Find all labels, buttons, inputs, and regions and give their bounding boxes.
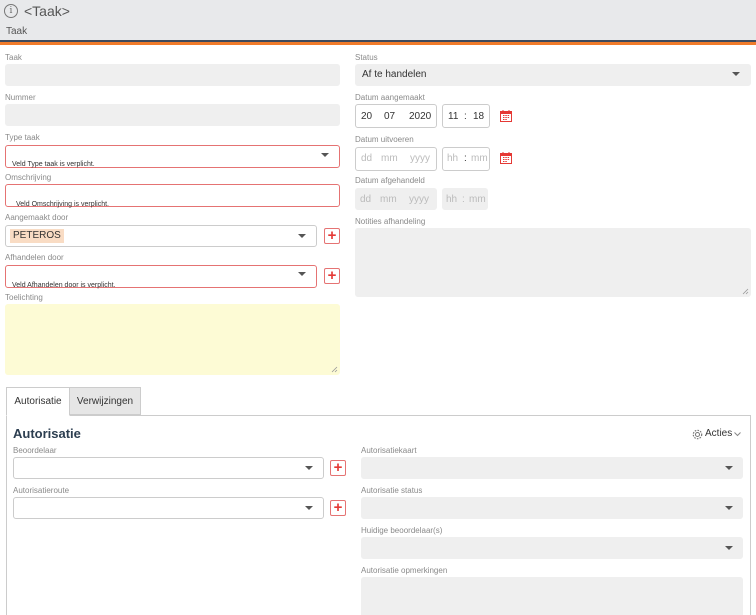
chevron-down-icon[interactable] xyxy=(298,272,306,276)
huidige-beoordelaars-select xyxy=(361,537,743,559)
time-separator: : xyxy=(464,111,467,122)
time-separator: : xyxy=(464,153,467,164)
autorisatie-status-select xyxy=(361,497,743,519)
time-separator: : xyxy=(462,194,465,205)
date-year-placeholder: yyyy xyxy=(409,194,429,205)
info-icon[interactable]: i xyxy=(4,4,18,18)
plus-icon[interactable]: + xyxy=(330,460,346,476)
status-label: Status xyxy=(355,53,378,62)
datum-aangemaakt-label: Datum aangemaakt xyxy=(355,93,425,102)
toelichting-textarea[interactable] xyxy=(5,304,340,375)
page-title: <Taak> xyxy=(24,3,70,19)
plus-icon[interactable]: + xyxy=(324,268,340,284)
plus-icon[interactable]: + xyxy=(324,228,340,244)
gear-icon[interactable] xyxy=(692,429,703,440)
type-taak-error: Veld Type taak is verplicht. xyxy=(12,161,95,168)
plus-icon[interactable]: + xyxy=(330,500,346,516)
date-month-placeholder: mm xyxy=(380,194,397,205)
chevron-down-icon[interactable] xyxy=(305,466,313,470)
beoordelaar-label: Beoordelaar xyxy=(13,446,57,455)
status-value: Af te handelen xyxy=(362,69,427,80)
header-accent-bar xyxy=(0,42,756,45)
datum-uitvoeren-label: Datum uitvoeren xyxy=(355,135,414,144)
beoordelaar-select[interactable] xyxy=(13,457,324,479)
afhandelen-door-label: Afhandelen door xyxy=(5,253,64,262)
datum-afgehandeld-label: Datum afgehandeld xyxy=(355,176,425,185)
tab-verwijzingen[interactable]: Verwijzingen xyxy=(69,387,141,415)
omschrijving-label: Omschrijving xyxy=(5,173,52,182)
nummer-label: Nummer xyxy=(5,93,36,102)
notities-label: Notities afhandeling xyxy=(355,217,426,226)
toelichting-label: Toelichting xyxy=(5,293,43,302)
date-month-placeholder: mm xyxy=(381,153,398,164)
autorisatie-opmerkingen-textarea xyxy=(361,577,743,615)
aangemaakt-door-tag: PETEROS xyxy=(10,229,64,243)
calendar-icon[interactable] xyxy=(500,152,512,164)
section-title: Autorisatie xyxy=(13,426,81,441)
chevron-down-icon xyxy=(725,506,733,510)
chevron-down-icon[interactable] xyxy=(305,506,313,510)
calendar-icon[interactable] xyxy=(500,110,512,122)
autorisatiekaart-label: Autorisatiekaart xyxy=(361,446,417,455)
resize-handle-icon[interactable] xyxy=(742,288,749,295)
aangemaakt-door-label: Aangemaakt door xyxy=(5,213,69,222)
autorisatiekaart-select xyxy=(361,457,743,479)
autorisatieroute-label: Autorisatieroute xyxy=(13,486,70,495)
time-minute-placeholder: mm xyxy=(471,153,488,164)
autorisatie-opmerkingen-label: Autorisatie opmerkingen xyxy=(361,566,448,575)
date-month: 07 xyxy=(384,111,396,122)
date-year: 2020 xyxy=(409,111,432,122)
time-minute: 18 xyxy=(473,111,485,122)
notities-textarea[interactable] xyxy=(355,228,751,297)
date-day: 20 xyxy=(361,111,373,122)
chevron-down-icon[interactable] xyxy=(734,432,741,437)
date-day-placeholder: dd xyxy=(360,194,372,205)
tab-autorisatie[interactable]: Autorisatie xyxy=(6,387,70,416)
chevron-down-icon[interactable] xyxy=(732,72,740,76)
chevron-down-icon xyxy=(725,546,733,550)
resize-handle-icon[interactable] xyxy=(331,366,338,373)
page-header xyxy=(0,0,756,40)
omschrijving-error: Veld Omschrijving is verplicht. xyxy=(16,201,109,208)
date-day-placeholder: dd xyxy=(361,153,373,164)
chevron-down-icon[interactable] xyxy=(321,153,329,157)
page-subtitle: Taak xyxy=(6,26,28,37)
taak-label: Taak xyxy=(5,53,22,62)
date-year-placeholder: yyyy xyxy=(410,153,430,164)
taak-field[interactable] xyxy=(5,64,340,86)
chevron-down-icon[interactable] xyxy=(298,234,306,238)
autorisatie-status-label: Autorisatie status xyxy=(361,486,423,495)
chevron-down-icon xyxy=(725,466,733,470)
autorisatieroute-select[interactable] xyxy=(13,497,324,519)
time-hour-placeholder: hh xyxy=(447,153,459,164)
huidige-beoordelaars-label: Huidige beoordelaar(s) xyxy=(361,526,443,535)
nummer-field[interactable] xyxy=(5,104,340,126)
afhandelen-door-error: Veld Afhandelen door is verplicht. xyxy=(12,282,116,289)
time-minute-placeholder: mm xyxy=(469,194,486,205)
time-hour: 11 xyxy=(448,111,459,122)
acties-menu[interactable]: Acties xyxy=(705,428,732,439)
time-hour-placeholder: hh xyxy=(446,194,458,205)
type-taak-label: Type taak xyxy=(5,133,40,142)
